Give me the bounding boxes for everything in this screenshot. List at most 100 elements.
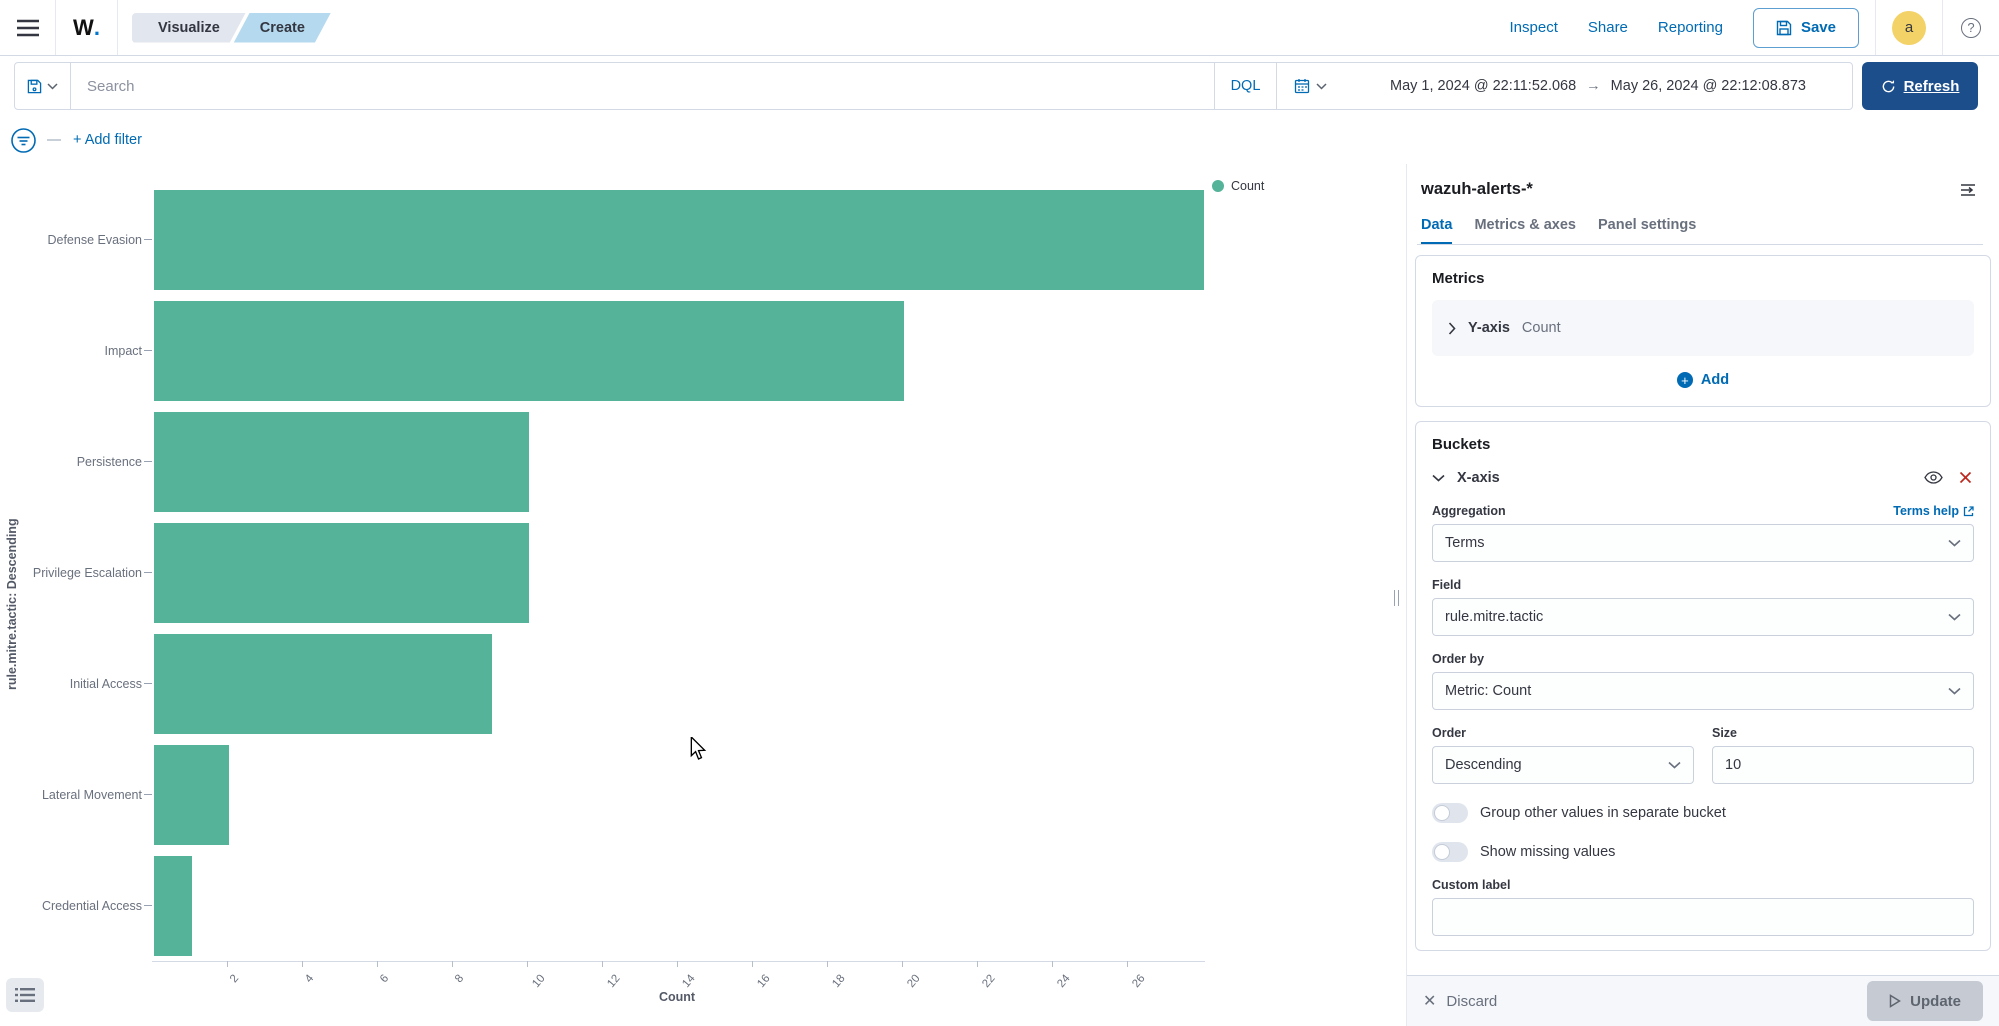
close-icon (1959, 471, 1972, 484)
filter-bar: + Add filter (0, 116, 1999, 164)
terms-help-label: Terms help (1893, 504, 1959, 518)
order-by-select[interactable]: Metric: Count (1432, 672, 1974, 710)
category-label: Initial Access (0, 677, 142, 691)
category-tick (144, 794, 152, 795)
group-other-values-toggle[interactable] (1432, 803, 1468, 823)
x-tick-label: 26 (1130, 973, 1147, 991)
chevron-down-icon (1948, 613, 1961, 621)
buckets-heading: Buckets (1432, 436, 1974, 453)
x-tick-label: 10 (530, 973, 547, 991)
help-icon[interactable]: ? (1961, 18, 1981, 38)
saved-query-menu-button[interactable] (15, 63, 71, 109)
order-by-label: Order by (1432, 652, 1974, 666)
x-tick-mark (452, 961, 453, 967)
refresh-button[interactable]: Refresh (1862, 62, 1978, 110)
header-link-share[interactable]: Share (1588, 19, 1628, 36)
editor-tabs: Data Metrics & axes Panel settings (1417, 217, 1983, 245)
x-tick-mark (377, 961, 378, 967)
tab-panel-settings[interactable]: Panel settings (1598, 217, 1696, 244)
x-tick-label: 14 (680, 973, 697, 991)
bar-lateral-movement[interactable] (154, 745, 229, 845)
visualization-editor-panel: wazuh-alerts-* DataMetrics & axesPanel s… (1406, 164, 1999, 1026)
toggle-visibility-button[interactable] (1922, 469, 1945, 486)
editor-scroll-area[interactable]: Metrics Y-axis Count + Add Buckets X-axi… (1407, 245, 1999, 975)
header-link-inspect[interactable]: Inspect (1510, 19, 1558, 36)
external-link-icon (1963, 506, 1974, 517)
aggregation-select[interactable]: Terms (1432, 524, 1974, 562)
chart-row: Initial Access (0, 628, 1250, 739)
date-picker-menu-button[interactable] (1276, 63, 1344, 109)
breadcrumb-visualize[interactable]: Visualize (132, 13, 246, 43)
field-label: Field (1432, 578, 1974, 592)
bar-persistence[interactable] (154, 412, 529, 512)
update-button[interactable]: Update (1867, 981, 1983, 1021)
chart-bars-area: Defense EvasionImpactPersistencePrivileg… (0, 184, 1250, 961)
query-bar-row: Search DQL May 1, 2024 @ 22:11:52.068 → … (0, 56, 1999, 116)
chevron-down-icon (1316, 83, 1327, 90)
x-tick-label: 2 (228, 973, 241, 986)
save-button[interactable]: Save (1753, 8, 1859, 48)
x-axis-bucket-accordion[interactable]: X-axis (1432, 469, 1974, 486)
field-select[interactable]: rule.mitre.tactic (1432, 598, 1974, 636)
collapse-panel-button[interactable] (1957, 181, 1979, 199)
terms-help-link[interactable]: Terms help (1893, 504, 1974, 518)
date-from[interactable]: May 1, 2024 @ 22:11:52.068 (1390, 78, 1576, 94)
calendar-icon (1294, 78, 1310, 94)
date-to[interactable]: May 26, 2024 @ 22:12:08.873 (1611, 78, 1806, 94)
filter-icon[interactable] (10, 127, 37, 154)
x-tick-label: 16 (755, 973, 772, 991)
dql-language-button[interactable]: DQL (1214, 63, 1276, 109)
field-value: rule.mitre.tactic (1445, 609, 1543, 625)
bar-privilege-escalation[interactable] (154, 523, 529, 623)
x-tick-mark (827, 961, 828, 967)
menu-hamburger-button[interactable] (0, 0, 56, 55)
avatar-container: a (1875, 0, 1943, 55)
x-tick-label: 22 (980, 973, 997, 991)
category-label: Privilege Escalation (0, 566, 142, 580)
breadcrumb-create[interactable]: Create (234, 13, 331, 43)
hamburger-icon (17, 19, 39, 37)
bar-initial-access[interactable] (154, 634, 492, 734)
bar-credential-access[interactable] (154, 856, 192, 956)
avatar[interactable]: a (1892, 11, 1926, 45)
chart-row: Persistence (0, 406, 1250, 517)
metric-type-value: Count (1522, 320, 1561, 336)
aggregation-value: Terms (1445, 535, 1484, 551)
add-metric-button[interactable]: + Add (1432, 372, 1974, 388)
chart-row: Lateral Movement (0, 739, 1250, 850)
search-placeholder: Search (87, 78, 135, 95)
category-label: Defense Evasion (0, 233, 142, 247)
legend-list-icon (15, 987, 35, 1003)
x-tick-mark (1127, 961, 1128, 967)
metric-axis-label: Y-axis (1468, 320, 1510, 336)
help-container: ? (1943, 0, 1999, 55)
size-input[interactable] (1712, 746, 1974, 784)
x-tick-label: 4 (303, 973, 316, 986)
tab-data[interactable]: Data (1421, 217, 1452, 244)
close-icon: ✕ (1423, 991, 1436, 1011)
search-input[interactable]: Search (71, 63, 1214, 109)
add-filter-button[interactable]: + Add filter (73, 132, 142, 148)
app-logo[interactable]: W. (56, 0, 118, 55)
y-axis-metric-accordion[interactable]: Y-axis Count (1432, 300, 1974, 356)
x-tick-mark (752, 961, 753, 967)
show-missing-values-toggle[interactable] (1432, 842, 1468, 862)
bar-defense-evasion[interactable] (154, 190, 1204, 290)
tab-metrics-axes[interactable]: Metrics & axes (1474, 217, 1576, 244)
add-metric-label: Add (1701, 372, 1729, 388)
chevron-down-icon (47, 83, 58, 90)
order-select[interactable]: Descending (1432, 746, 1694, 784)
legend-toggle-button[interactable] (6, 978, 44, 1012)
order-label: Order (1432, 726, 1694, 740)
group-other-values-label: Group other values in separate bucket (1480, 805, 1726, 821)
discard-button[interactable]: ✕ Discard (1423, 991, 1497, 1011)
chart-row: Credential Access (0, 850, 1250, 961)
panel-resize-handle[interactable] (1394, 590, 1399, 606)
date-range-display[interactable]: May 1, 2024 @ 22:11:52.068 → May 26, 202… (1344, 63, 1852, 109)
bar-impact[interactable] (154, 301, 904, 401)
save-button-label: Save (1801, 19, 1836, 36)
header-link-reporting[interactable]: Reporting (1658, 19, 1723, 36)
remove-bucket-button[interactable] (1957, 469, 1974, 486)
custom-label-input[interactable] (1432, 898, 1974, 936)
x-tick-label: 12 (605, 973, 622, 991)
